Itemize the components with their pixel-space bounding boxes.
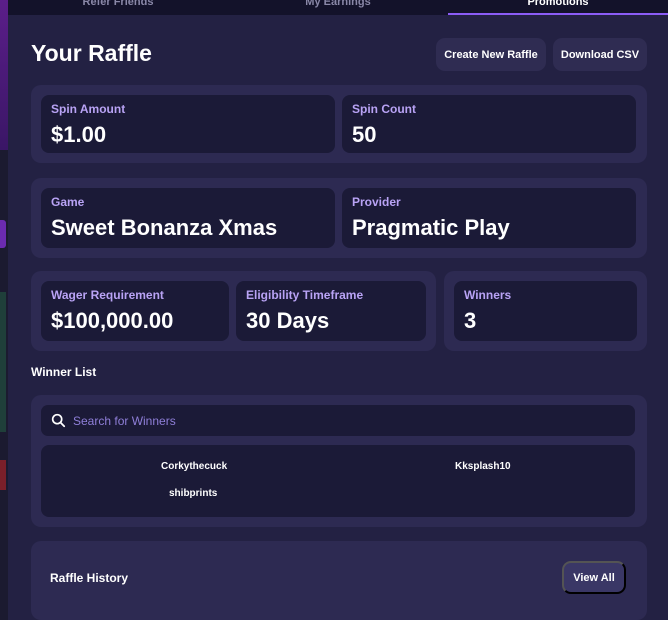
search-icon: [51, 413, 66, 428]
tab-refer-friends[interactable]: Refer Friends: [8, 0, 228, 15]
sidebar-edge-thumbnail: [0, 460, 6, 490]
provider-value: Pragmatic Play: [352, 215, 510, 240]
tab-promotions[interactable]: Promotions: [448, 0, 668, 15]
winner-list-card: Corkythecuck Kksplash10 shibprints: [31, 395, 647, 527]
spin-count-tile: Spin Count 50: [342, 95, 636, 153]
eligibility-timeframe-label: Eligibility Timeframe: [246, 288, 364, 302]
winner-name: Corkythecuck: [161, 461, 228, 472]
view-all-button[interactable]: View All: [562, 561, 626, 594]
winner-list-title: Winner List: [31, 365, 97, 379]
wager-requirement-tile: Wager Requirement $100,000.00: [41, 281, 229, 341]
page-title: Your Raffle: [31, 40, 152, 66]
sidebar-edge-thumbnail: [0, 292, 6, 432]
provider-tile: Provider Pragmatic Play: [342, 188, 636, 248]
raffle-panel: Your Raffle Create New Raffle Download C…: [8, 15, 668, 620]
provider-label: Provider: [352, 195, 401, 209]
tab-my-earnings[interactable]: My Earnings: [228, 0, 448, 15]
winner-name: shibprints: [169, 488, 218, 499]
raffle-history-card: Raffle History View All: [31, 541, 647, 620]
game-tile: Game Sweet Bonanza Xmas: [41, 188, 335, 248]
spin-amount-value: $1.00: [51, 122, 107, 147]
winner-search-input[interactable]: [73, 405, 623, 436]
requirements-card: Wager Requirement $100,000.00 Eligibilit…: [31, 271, 436, 351]
create-new-raffle-button[interactable]: Create New Raffle: [436, 38, 546, 71]
winners-card: Winners 3: [444, 271, 647, 351]
spin-count-value: 50: [352, 122, 377, 147]
game-card: Game Sweet Bonanza Xmas Provider Pragmat…: [31, 178, 647, 258]
sidebar-edge-active-marker: [0, 220, 6, 248]
eligibility-timeframe-value: 30 Days: [246, 308, 330, 333]
raffle-history-title: Raffle History: [50, 571, 129, 585]
winners-label: Winners: [464, 288, 512, 302]
winners-tile: Winners 3: [454, 281, 637, 341]
winners-value: 3: [464, 308, 477, 333]
tab-bar: Refer Friends My Earnings Promotions: [8, 0, 668, 15]
winner-name: Kksplash10: [455, 461, 511, 472]
spin-count-label: Spin Count: [352, 102, 416, 116]
wager-requirement-value: $100,000.00: [51, 308, 174, 333]
sidebar-edge: [0, 0, 8, 620]
game-value: Sweet Bonanza Xmas: [51, 215, 278, 240]
spin-amount-tile: Spin Amount $1.00: [41, 95, 335, 153]
spin-card: Spin Amount $1.00 Spin Count 50: [31, 85, 647, 163]
winner-search-bar: [41, 405, 635, 436]
sidebar-edge-top: [0, 0, 8, 150]
winners-list: Corkythecuck Kksplash10 shibprints: [41, 445, 635, 517]
download-csv-button[interactable]: Download CSV: [553, 38, 647, 71]
wager-requirement-label: Wager Requirement: [51, 288, 164, 302]
spin-amount-label: Spin Amount: [51, 102, 126, 116]
game-label: Game: [51, 195, 85, 209]
eligibility-timeframe-tile: Eligibility Timeframe 30 Days: [236, 281, 426, 341]
